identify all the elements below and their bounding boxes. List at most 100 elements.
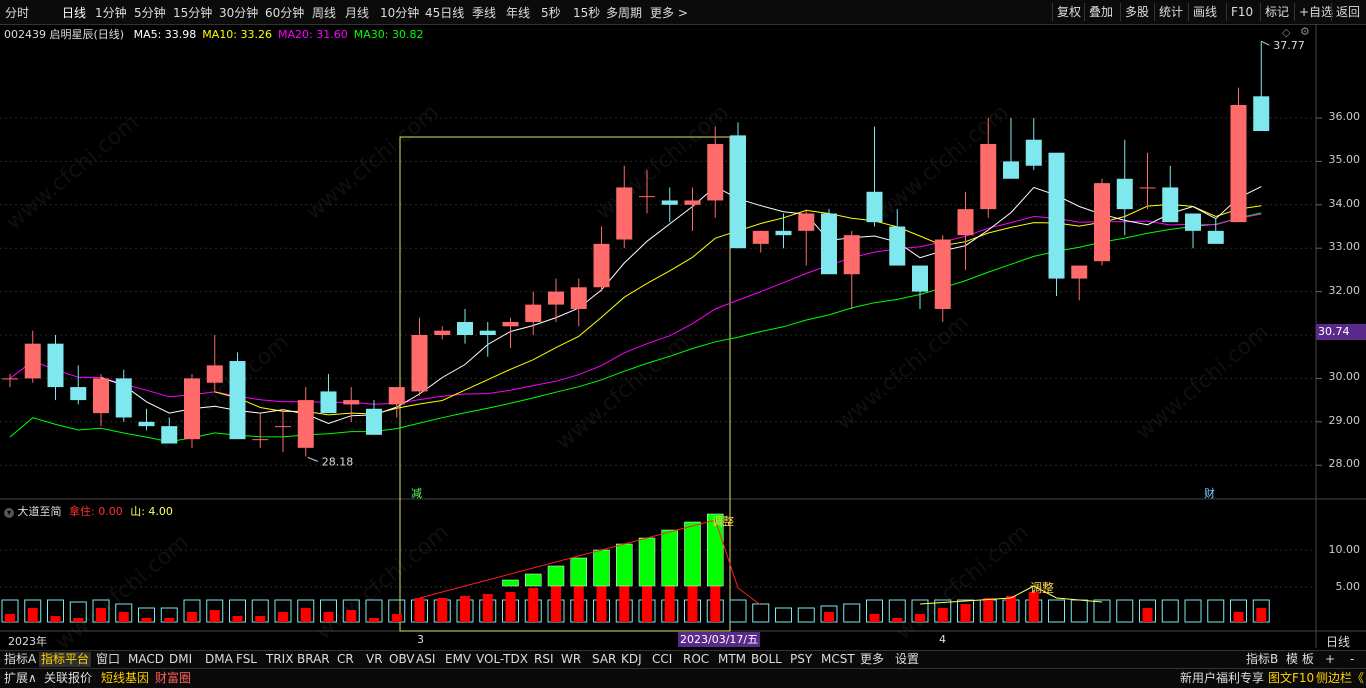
- price-tick-2: 34.00: [1328, 196, 1361, 210]
- candle-body-5: [115, 378, 132, 418]
- candle-body-27: [616, 187, 633, 240]
- indicator-name: 大道至简: [17, 505, 62, 518]
- candle-body-11: [252, 439, 269, 441]
- ind-bar-red-6: [141, 618, 152, 622]
- tab-17[interactable]: SAR: [590, 652, 618, 667]
- ind-bar-green-24: [547, 565, 565, 587]
- date-year: 2023年: [8, 635, 47, 648]
- tab-14[interactable]: VOL-TDX: [474, 652, 530, 667]
- tab-6[interactable]: FSL: [234, 652, 259, 667]
- ind-bar-cyan-47: [1070, 599, 1088, 623]
- tab-21[interactable]: MTM: [716, 652, 748, 667]
- candle-body-8: [184, 378, 200, 440]
- ind-bar-red-16: [369, 618, 379, 622]
- ind-bar-red-27: [619, 586, 630, 622]
- ind-bar-green-27: [616, 543, 633, 587]
- tab-22[interactable]: BOLL: [749, 652, 784, 667]
- ind-bar-red-21: [482, 594, 493, 622]
- new-user-promo[interactable]: 新用户福利专享: [1180, 670, 1264, 686]
- tab-right-1[interactable]: 模 板: [1284, 652, 1316, 667]
- ind-bar-red-24: [551, 586, 561, 622]
- tab-right-2[interactable]: +: [1323, 652, 1337, 667]
- expand-button[interactable]: 扩展∧: [4, 670, 37, 686]
- tab-5[interactable]: DMA: [203, 652, 235, 667]
- wealth-circle-button[interactable]: 财富圈: [155, 670, 191, 686]
- tab-9[interactable]: CR: [335, 652, 356, 667]
- tab-26[interactable]: 设置: [893, 652, 921, 667]
- related-quotes-button[interactable]: 关联报价: [44, 670, 92, 686]
- candle-body-2: [47, 343, 64, 388]
- tab-right-3[interactable]: -: [1348, 652, 1356, 667]
- period-label[interactable]: 日线: [1326, 633, 1350, 650]
- settings-icon[interactable]: ⚙: [1300, 25, 1310, 38]
- tab-10[interactable]: VR: [364, 652, 385, 667]
- ind-bar-red-23: [528, 588, 539, 622]
- ind-bar-red-41: [937, 608, 948, 622]
- ind-bar-red-10: [232, 616, 243, 622]
- finance-marker[interactable]: 财: [1204, 485, 1215, 501]
- candle-body-30: [684, 200, 701, 205]
- tab-right-0[interactable]: 指标B: [1244, 652, 1280, 667]
- candle-body-46: [1048, 152, 1065, 279]
- ind-bar-red-36: [824, 612, 834, 622]
- ind-bar-cyan-35: [797, 607, 815, 623]
- candle-body-55: [1253, 96, 1270, 132]
- kline-chart[interactable]: 37.77 28.18: [0, 0, 1366, 687]
- tab-18[interactable]: KDJ: [619, 652, 644, 667]
- ind-bar-red-3: [73, 618, 84, 622]
- tab-24[interactable]: MCST: [819, 652, 857, 667]
- tab-15[interactable]: RSI: [532, 652, 556, 667]
- ind-bar-red-31: [710, 586, 721, 622]
- indicator-hold: 拿住: 0.00: [69, 505, 123, 518]
- tab-4[interactable]: DMI: [167, 652, 194, 667]
- ind-bar-cyan-51: [1161, 599, 1179, 623]
- indicator-hill: 山: 4.00: [130, 505, 173, 518]
- candle-body-37: [843, 235, 860, 275]
- ind-bar-green-23: [525, 573, 542, 587]
- candle-body-9: [206, 365, 223, 383]
- diamond-icon[interactable]: ◇: [1282, 26, 1290, 39]
- tab-11[interactable]: OBV: [387, 652, 417, 667]
- ind-bar-red-1: [27, 608, 38, 622]
- candle-body-45: [1025, 139, 1042, 166]
- tab-2[interactable]: 窗口: [94, 652, 122, 667]
- ind-bar-red-28: [642, 586, 652, 622]
- ind-bar-cyan-32: [729, 599, 747, 623]
- candle-body-18: [411, 335, 428, 392]
- candle-body-23: [525, 304, 542, 322]
- ind-bar-red-7: [164, 618, 175, 622]
- f10-button[interactable]: 图文F10: [1268, 670, 1314, 686]
- ind-bar-red-50: [1142, 608, 1153, 622]
- ind-bar-red-26: [596, 586, 607, 622]
- candle-body-49: [1116, 178, 1133, 210]
- candle-body-1: [24, 343, 41, 379]
- tab-12[interactable]: ASI: [414, 652, 437, 667]
- tab-7[interactable]: TRIX: [264, 652, 295, 667]
- price-tick-0: 36.00: [1328, 110, 1361, 123]
- tab-20[interactable]: ROC: [681, 652, 711, 667]
- candle-body-38: [866, 191, 883, 223]
- tab-16[interactable]: WR: [559, 652, 583, 667]
- tab-0[interactable]: 指标A: [2, 652, 38, 667]
- tab-3[interactable]: MACD: [126, 652, 166, 667]
- tab-1[interactable]: 指标平台: [39, 652, 92, 667]
- short-gene-button[interactable]: 短线基因: [101, 670, 149, 686]
- sidebar-toggle[interactable]: 侧边栏《: [1316, 670, 1364, 686]
- tab-13[interactable]: EMV: [443, 652, 473, 667]
- tab-8[interactable]: BRAR: [295, 652, 332, 667]
- tab-23[interactable]: PSY: [788, 652, 814, 667]
- tab-19[interactable]: CCI: [650, 652, 674, 667]
- indicator-toggle-icon[interactable]: ▾: [4, 508, 14, 518]
- minus-marker[interactable]: 减: [411, 485, 422, 501]
- ind-bar-red-20: [460, 596, 470, 622]
- indicator-annotation-1: 调整: [712, 515, 734, 528]
- high-arrow: [1261, 40, 1270, 46]
- candle-body-24: [548, 291, 564, 305]
- tab-25[interactable]: 更多: [858, 652, 886, 667]
- ind-bar-green-28: [638, 537, 656, 587]
- candle-body-50: [1139, 187, 1156, 189]
- ind-bar-red-29: [664, 586, 675, 622]
- ind-bar-red-55: [1256, 608, 1267, 622]
- candle-body-21: [479, 330, 496, 335]
- candle-body-51: [1162, 187, 1179, 223]
